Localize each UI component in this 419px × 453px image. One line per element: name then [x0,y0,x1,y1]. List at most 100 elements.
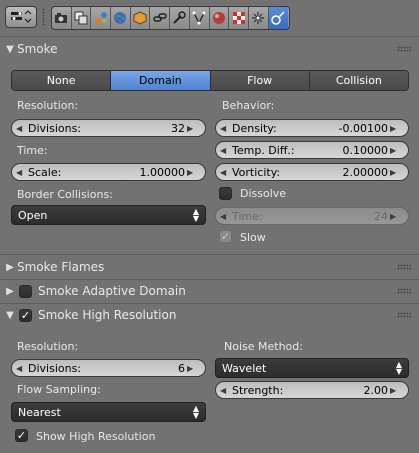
noise-method-value: Wavelet [222,361,267,375]
divisions-label: Divisions: [28,121,82,135]
physics-icon [271,11,285,25]
noise-method-dropdown[interactable]: Wavelet ▲ ▼ [215,358,409,378]
checkmark-icon: ✓ [220,230,231,243]
checkmark-icon: ✓ [20,308,31,322]
strength-label: Strength: [232,383,284,397]
high-resolution-panel-header[interactable]: ▼ ✓ Smoke High Resolution [0,303,419,327]
world-tab[interactable] [111,7,131,29]
dissolve-checkbox[interactable] [219,187,232,200]
vorticity-label: Vorticity: [232,165,281,179]
increment-arrow-icon[interactable]: ▶ [390,168,400,177]
render-layers-tab[interactable] [72,7,92,29]
hr-divisions-field[interactable]: ◀ Divisions: 6 ▶ [11,359,206,377]
modifiers-tab[interactable] [170,7,190,29]
dissolve-label: Dissolve [240,187,287,200]
decrement-arrow-icon[interactable]: ◀ [16,124,26,133]
temp-diff-field[interactable]: ◀ Temp. Diff.: 0.10000 ▶ [215,141,409,159]
density-field[interactable]: ◀ Density: -0.00100 ▶ [215,119,409,137]
data-icon [192,11,206,25]
adaptive-domain-panel-title: Smoke Adaptive Domain [38,284,186,298]
render-tab[interactable] [52,7,72,29]
texture-icon [232,12,245,24]
render-icon [55,13,68,23]
hr-resolution-label: Resolution: [17,340,79,353]
scale-label: Scale: [28,165,62,179]
tab-domain[interactable]: Domain [111,71,211,90]
increment-arrow-icon[interactable]: ▶ [390,146,400,155]
adaptive-domain-checkbox[interactable] [19,284,32,298]
panel-drag-handle[interactable] [397,288,411,294]
border-collisions-value: Open [18,208,48,222]
adaptive-domain-panel-header[interactable]: ▶ Smoke Adaptive Domain [0,279,419,303]
tab-none[interactable]: None [12,71,112,90]
scale-field[interactable]: ◀ Scale: 1.00000 ▶ [11,163,206,181]
dissolve-time-field[interactable]: ◀ Time: 24 ▶ [215,207,409,225]
decrement-arrow-icon[interactable]: ◀ [220,146,230,155]
particles-tab[interactable] [249,7,269,29]
divisions-field[interactable]: ◀ Divisions: 32 ▶ [11,119,206,137]
properties-header [0,0,419,36]
physics-tab[interactable] [268,7,289,29]
high-resolution-panel-title: Smoke High Resolution [38,308,177,322]
collapsed-triangle-icon: ▶ [6,285,14,297]
smoke-flames-panel-header[interactable]: ▶ Smoke Flames [0,255,419,279]
world-icon [114,12,127,24]
expanded-triangle-icon: ▼ [6,309,14,321]
decrement-arrow-icon: ◀ [220,211,227,221]
increment-arrow-icon[interactable]: ▶ [187,168,197,177]
increment-arrow-icon[interactable]: ▶ [187,124,197,133]
modifiers-icon [173,11,187,24]
smoke-flames-panel-title: Smoke Flames [17,260,105,274]
increment-arrow-icon[interactable]: ▶ [187,364,197,373]
density-label: Density: [232,121,277,135]
flow-sampling-dropdown[interactable]: Nearest ▲ ▼ [11,402,206,422]
increment-arrow-icon[interactable]: ▶ [390,386,400,395]
decrement-arrow-icon[interactable]: ◀ [220,168,230,177]
hr-divisions-label: Divisions: [28,361,82,375]
resolution-label: Resolution: [17,99,79,112]
flow-sampling-label: Flow Sampling: [17,383,101,396]
editor-type-button[interactable] [5,6,37,28]
behavior-label: Behavior: [222,99,275,112]
texture-tab[interactable] [229,7,249,29]
tab-flow[interactable]: Flow [210,71,310,90]
panel-drag-handle[interactable] [397,264,411,270]
dissolve-time-value: 24 [374,209,388,223]
render-layers-icon [74,11,88,25]
border-collisions-label: Border Collisions: [17,188,113,201]
show-high-resolution-checkbox[interactable]: ✓ [15,429,28,442]
show-high-resolution-label: Show High Resolution [36,430,156,443]
material-tab[interactable] [210,7,230,29]
border-collisions-dropdown[interactable]: Open ▲ ▼ [11,205,206,225]
vorticity-field[interactable]: ◀ Vorticity: 2.00000 ▶ [215,163,409,181]
panel-drag-handle[interactable] [397,46,411,52]
expanded-triangle-icon: ▼ [6,43,14,55]
scene-tab[interactable] [91,7,112,29]
dropdown-arrows-icon: ▲ ▼ [192,404,199,420]
dropdown-arrows-icon: ▲ ▼ [192,207,199,223]
decrement-arrow-icon[interactable]: ◀ [16,168,26,177]
divisions-value: 32 [171,121,185,135]
context-toolbar [51,6,290,30]
panel-drag-handle[interactable] [397,312,411,318]
properties-editor-icon [11,10,32,23]
constraints-tab[interactable] [150,7,171,29]
scale-value: 1.00000 [139,165,186,179]
increment-arrow-icon[interactable]: ▶ [390,124,400,133]
object-tab[interactable] [131,7,151,29]
tab-collision[interactable]: Collision [309,71,408,90]
noise-method-label: Noise Method: [224,340,303,353]
decrement-arrow-icon[interactable]: ◀ [220,124,230,133]
dropdown-arrows-icon: ▲ ▼ [395,360,402,376]
decrement-arrow-icon[interactable]: ◀ [16,364,26,373]
decrement-arrow-icon[interactable]: ◀ [220,386,230,395]
data-tab[interactable] [190,7,210,29]
constraints-icon [153,13,167,22]
vorticity-value: 2.00000 [342,165,389,179]
high-resolution-checkbox[interactable]: ✓ [19,308,32,322]
strength-field[interactable]: ◀ Strength: 2.00 ▶ [215,381,409,399]
smoke-panel-header[interactable]: ▼ Smoke [0,37,419,61]
flow-sampling-value: Nearest [18,405,61,419]
slow-checkbox[interactable]: ✓ [219,230,232,243]
time-label: Time: [17,144,48,157]
